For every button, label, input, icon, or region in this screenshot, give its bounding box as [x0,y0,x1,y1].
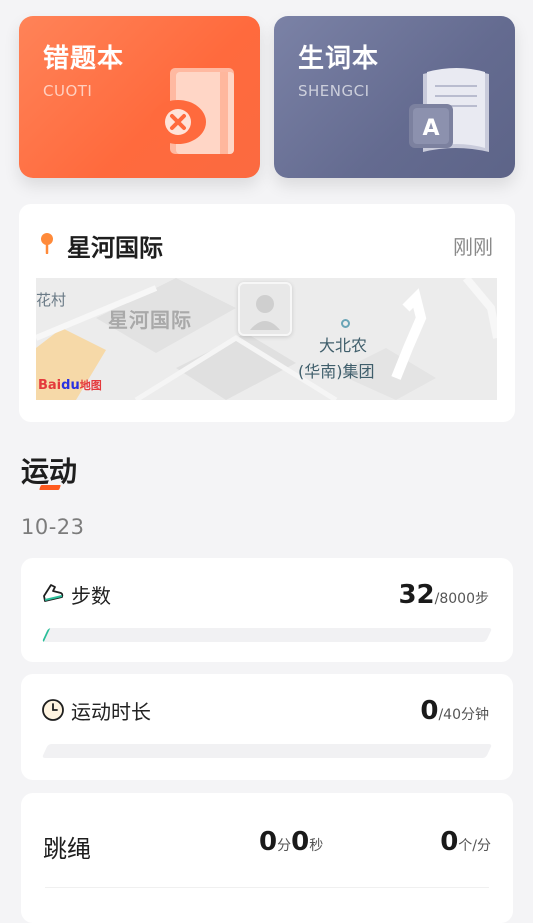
cuoti-card[interactable]: 错题本 CUOTI [19,16,260,178]
wrong-book-icon [150,68,234,154]
map-poi-line1: 大北农 [319,336,368,355]
location-name: 星河国际 [67,234,163,262]
steps-target: /8000步 [434,591,489,607]
avatar [238,282,292,336]
shengci-subtitle: SHENGCI [298,82,370,100]
rope-seconds: 0 [291,827,310,857]
map-edge-label: 花村 [36,291,67,309]
duration-progress-bar [41,744,493,758]
map-logo-bai: Bai [38,378,62,393]
steps-card[interactable]: 步数 32/8000步 [21,558,513,662]
map-logo-text: 地图 [79,379,102,392]
map-poi-dot-icon [341,319,350,328]
svg-text:A: A [422,116,439,141]
rope-minutes: 0 [259,827,278,857]
steps-value: 32/8000步 [398,580,489,610]
section-title-sport: 运动 [21,455,78,488]
cuoti-subtitle: CUOTI [43,82,93,100]
person-icon [250,295,280,330]
section-title-underline [39,485,61,490]
rope-time: 0分0秒 [259,827,323,857]
rope-seconds-unit: 秒 [309,838,324,854]
shengci-title: 生词本 [298,44,380,74]
sport-date: 10-23 [21,515,85,539]
duration-card[interactable]: 运动时长 0/40分钟 [21,674,513,780]
steps-label: 步数 [71,584,111,608]
map-place-label: 星河国际 [108,308,192,332]
clock-icon [42,699,64,721]
vocabulary-book-icon: A [409,68,489,152]
rope-minutes-unit: 分 [277,838,292,854]
duration-value: 0/40分钟 [420,696,489,726]
rope-count-unit: 个/分 [458,838,491,854]
rope-speed: 0个/分 [440,827,491,857]
rope-label: 跳绳 [43,835,91,863]
map-logo-du: du [61,378,80,393]
map-view[interactable]: 花村 星河国际 大北农 (华南)集团 Baidu地图 [36,278,497,400]
location-time: 刚刚 [453,235,493,259]
steps-progress-fill [41,628,51,642]
duration-label: 运动时长 [71,700,151,724]
location-pin-icon [41,233,53,254]
shoe-icon [43,584,64,602]
rope-count: 0 [440,827,459,857]
cuoti-title: 错题本 [43,44,125,74]
duration-progress-fill [41,744,49,758]
steps-progress-bar [41,628,493,642]
duration-minutes: 0 [420,696,439,726]
duration-target: /40分钟 [438,707,489,723]
steps-count: 32 [398,580,435,610]
map-logo: Baidu地图 [38,377,102,393]
shengci-card[interactable]: 生词本 SHENGCI A [274,16,515,178]
rope-divider [45,887,489,888]
map-poi-line2: (华南)集团 [298,362,375,381]
rope-skipping-card[interactable]: 跳绳 0分0秒 0个/分 [21,793,513,923]
location-card[interactable]: 星河国际 刚刚 花村 星河国际 大北农 (华南)集团 Baidu地图 [19,204,515,422]
